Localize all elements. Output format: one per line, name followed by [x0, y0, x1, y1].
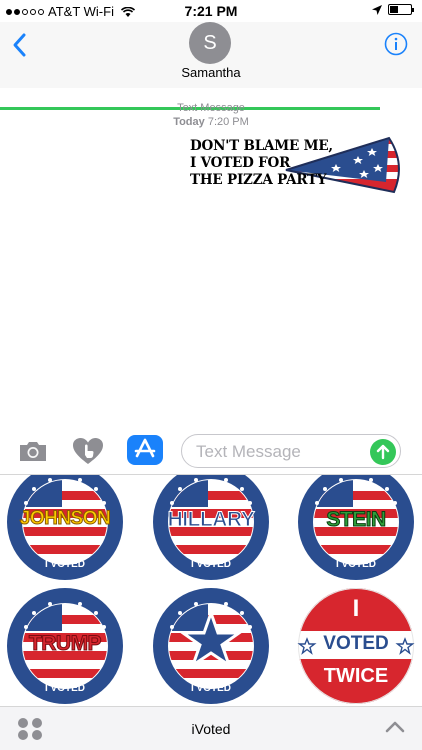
send-button[interactable]: [370, 439, 396, 465]
message-time-label: Today 7:20 PM: [173, 116, 249, 128]
sticker-johnson[interactable]: JOHNSON I VOTED: [6, 475, 124, 581]
battery-icon: [388, 4, 414, 15]
arrow-up-icon: [376, 444, 390, 460]
pizza-party-sticker[interactable]: DON'T BLAME ME, I VOTED FOR THE PIZZA PA…: [186, 134, 408, 198]
sticker-line-2: I VOTED FOR: [190, 155, 291, 171]
sticker-line-1: DON'T BLAME ME,: [190, 138, 333, 154]
sticker-hillary[interactable]: HILLARY I VOTED: [152, 475, 270, 581]
app-drawer-bar: iVoted: [0, 706, 422, 750]
candidate-name: HILLARY: [167, 508, 255, 532]
sticker-trump[interactable]: TRUMP I VOTED: [6, 587, 124, 705]
conversation-header: S Samantha: [0, 22, 422, 110]
candidate-name: JOHNSON: [19, 508, 111, 530]
app-store-icon: [134, 438, 156, 458]
message-service-label: Text Message: [177, 102, 245, 114]
twice-mid-label: VOTED: [323, 633, 389, 654]
sticker-line-3: THE PIZZA PARTY: [190, 172, 327, 188]
message-input-field[interactable]: [181, 434, 401, 468]
twice-bottom-label: TWICE: [323, 665, 389, 687]
camera-icon[interactable]: [18, 439, 48, 463]
sticker-stein[interactable]: STEIN I VOTED: [297, 475, 415, 581]
status-time: 7:21 PM: [184, 3, 238, 19]
contact-avatar[interactable]: S: [189, 22, 231, 64]
i-voted-label: I VOTED: [335, 559, 376, 570]
compose-bar: [0, 428, 422, 476]
sticker-caption: DON'T BLAME ME, I VOTED FOR THE PIZZA PA…: [190, 138, 333, 189]
i-voted-label: I VOTED: [44, 683, 85, 694]
i-voted-label: I VOTED: [190, 683, 231, 694]
i-voted-label: I VOTED: [44, 559, 85, 570]
i-voted-label: I VOTED: [190, 559, 231, 570]
status-bar: AT&T Wi-Fi 7:21 PM: [0, 0, 422, 22]
sticker-star[interactable]: I VOTED: [152, 587, 270, 705]
back-chevron-icon[interactable]: [10, 32, 30, 58]
active-app-name: iVoted: [191, 721, 231, 737]
status-right: [372, 4, 414, 15]
candidate-name: STEIN: [326, 508, 387, 532]
digital-touch-heart-icon[interactable]: [72, 437, 104, 465]
sticker-tray: JOHNSON I VOTED HILLARY I VOTED STEIN I …: [0, 474, 422, 706]
candidate-name: TRUMP: [28, 632, 102, 656]
message-timestamp: Text Message Today 7:20 PM: [0, 101, 422, 129]
chevron-up-icon[interactable]: [384, 719, 406, 735]
sticker-voted-twice[interactable]: I VOTED TWICE: [297, 587, 415, 705]
twice-top-label: I: [352, 595, 360, 622]
contact-name[interactable]: Samantha: [0, 65, 422, 80]
message-input[interactable]: [196, 442, 366, 462]
location-arrow-icon: [372, 4, 382, 15]
app-store-button[interactable]: [127, 435, 163, 465]
info-icon[interactable]: [384, 32, 408, 56]
